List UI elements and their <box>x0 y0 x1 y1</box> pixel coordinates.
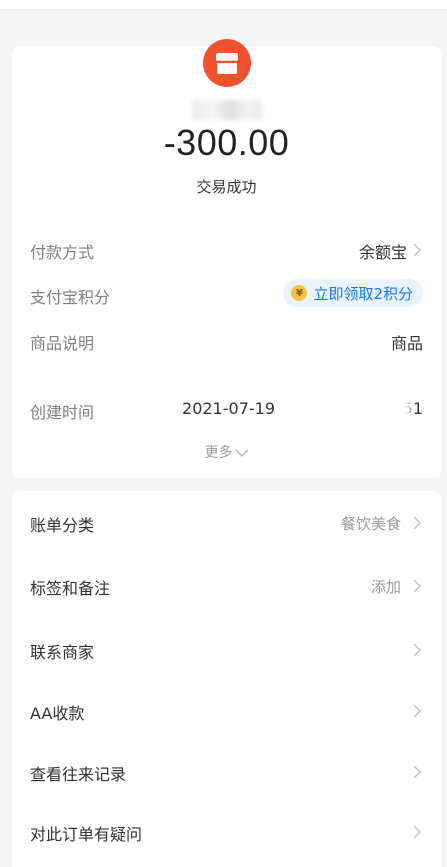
chevron-right-icon <box>413 243 422 257</box>
chevron-right-icon <box>413 579 422 593</box>
created-time-value-start: 2021-07-19 <box>182 399 275 418</box>
tags-notes-row[interactable]: 标签和备注 添加 <box>12 565 441 605</box>
bill-category-value: 餐饮美食 <box>340 515 401 533</box>
aa-collect-label: AA收款 <box>30 704 85 723</box>
created-time-label: 创建时间 <box>30 403 95 422</box>
contact-merchant-row[interactable]: 联系商家 <box>12 629 441 669</box>
alipay-points-row: 支付宝积分 ¥ 立即领取2积分 <box>12 279 441 308</box>
tags-notes-label: 标签和备注 <box>30 579 111 598</box>
description-row: 商品说明 商品 <box>12 328 441 354</box>
merchant-name-redacted <box>192 100 262 120</box>
coin-icon: ¥ <box>291 285 308 301</box>
more-label: 更多 <box>204 445 233 461</box>
tags-notes-value: 添加 <box>370 578 401 596</box>
bill-category-row[interactable]: 账单分类 餐饮美食 <box>12 502 441 542</box>
claim-points-button[interactable]: ¥ 立即领取2积分 <box>283 279 423 307</box>
transaction-card: -300.00 交易成功 付款方式 余额宝 支付宝积分 ¥ 立即领取2积分 商品… <box>12 39 441 478</box>
chevron-right-icon <box>413 704 422 718</box>
transaction-status: 交易成功 <box>196 178 257 196</box>
payment-method-row[interactable]: 付款方式 余额宝 <box>12 237 441 263</box>
transaction-history-row[interactable]: 查看往来记录 <box>12 751 441 791</box>
chevron-right-icon <box>413 765 422 779</box>
chevron-down-icon <box>235 449 248 457</box>
chevron-right-icon <box>413 643 422 657</box>
transaction-history-label: 查看往来记录 <box>30 765 127 784</box>
storefront-icon <box>203 39 251 87</box>
top-bar <box>0 0 447 10</box>
order-question-row[interactable]: 对此订单有疑问 <box>12 811 441 851</box>
created-time-redacted <box>349 400 407 422</box>
created-time-row: 创建时间 2021-07-19 51 <box>12 397 441 423</box>
chevron-right-icon <box>413 516 422 530</box>
order-question-label: 对此订单有疑问 <box>30 825 143 844</box>
more-toggle[interactable]: 更多 <box>12 442 441 462</box>
payment-method-label: 付款方式 <box>30 243 95 262</box>
claim-points-label: 立即领取2积分 <box>313 284 413 303</box>
contact-merchant-label: 联系商家 <box>30 643 95 662</box>
description-label: 商品说明 <box>30 334 95 353</box>
alipay-points-label: 支付宝积分 <box>30 288 111 307</box>
payment-method-value: 余额宝 <box>358 243 407 262</box>
aa-collect-row[interactable]: AA收款 <box>12 690 441 730</box>
actions-card: 账单分类 餐饮美食 标签和备注 添加 联系商家 AA收款 查看往来记录 对此订单… <box>12 491 441 867</box>
transaction-amount: -300.00 <box>163 122 290 163</box>
chevron-right-icon <box>413 825 422 839</box>
description-value: 商品 <box>390 334 423 353</box>
bill-category-label: 账单分类 <box>30 516 95 535</box>
